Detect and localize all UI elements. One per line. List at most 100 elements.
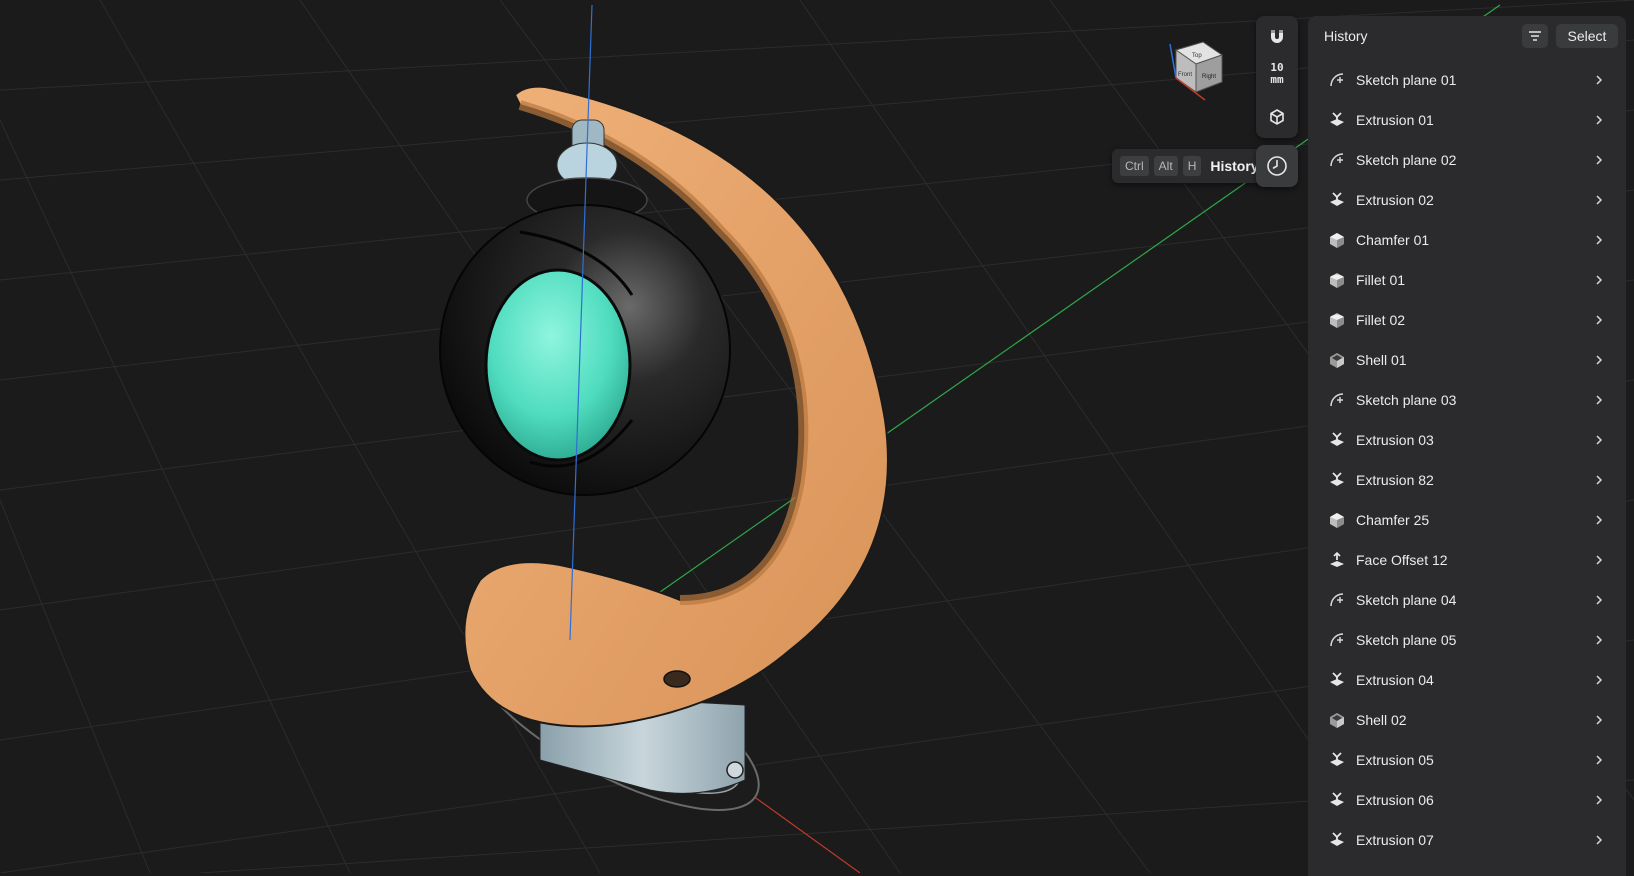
history-item[interactable]: Extrusion 03	[1308, 420, 1626, 460]
extrusion-icon	[1330, 472, 1344, 486]
chevron-right-icon[interactable]	[1592, 832, 1606, 848]
history-item-label: Extrusion 03	[1356, 432, 1434, 448]
tooltip-label: History	[1210, 158, 1259, 174]
chamfer-icon	[1330, 513, 1344, 528]
fillet-icon	[1330, 273, 1344, 288]
chevron-right-icon[interactable]	[1592, 152, 1606, 168]
chevron-right-icon[interactable]	[1592, 632, 1606, 648]
chevron-right-icon[interactable]	[1592, 752, 1606, 768]
view-mode-button[interactable]	[1262, 102, 1292, 132]
history-item-label: Extrusion 02	[1356, 192, 1434, 208]
clock-icon	[1267, 156, 1287, 176]
history-item[interactable]: Chamfer 01	[1308, 220, 1626, 260]
extrusion-icon	[1330, 192, 1344, 206]
sketch-plane-icon	[1330, 73, 1344, 87]
panel-title: History	[1324, 28, 1368, 44]
history-item-label: Extrusion 05	[1356, 752, 1434, 768]
history-item-label: Extrusion 07	[1356, 832, 1434, 848]
view-cube-top-face: Top	[1192, 53, 1202, 59]
chevron-right-icon[interactable]	[1592, 552, 1606, 568]
shell-icon	[1330, 353, 1344, 368]
shortcut-key-h: H	[1182, 156, 1202, 176]
history-item[interactable]: Fillet 01	[1308, 260, 1626, 300]
select-button[interactable]: Select	[1556, 24, 1618, 48]
history-toggle-button[interactable]	[1256, 145, 1298, 187]
history-item-label: Sketch plane 02	[1356, 152, 1457, 168]
history-item-label: Shell 02	[1356, 712, 1407, 728]
history-list: Sketch plane 01 Extrusion 01 Sketch plane …	[1308, 60, 1626, 860]
cube-axes-icon	[1270, 109, 1284, 125]
history-panel: History Select Sketch plane 01 Extrusion …	[1308, 16, 1626, 876]
shell-icon	[1330, 713, 1344, 728]
extrusion-icon	[1330, 792, 1344, 806]
sketch-plane-icon	[1330, 593, 1344, 607]
chevron-right-icon[interactable]	[1592, 472, 1606, 488]
chevron-right-icon[interactable]	[1592, 432, 1606, 448]
history-item-label: Chamfer 25	[1356, 512, 1430, 528]
history-item-label: Sketch plane 04	[1356, 592, 1457, 608]
extrusion-icon	[1330, 432, 1344, 446]
chevron-right-icon[interactable]	[1592, 312, 1606, 328]
history-item-label: Extrusion 82	[1356, 472, 1434, 488]
history-item[interactable]: Extrusion 07	[1308, 820, 1626, 860]
extrusion-icon	[1330, 752, 1344, 766]
history-item-label: Sketch plane 05	[1356, 632, 1457, 648]
chevron-right-icon[interactable]	[1592, 352, 1606, 368]
chevron-right-icon[interactable]	[1592, 272, 1606, 288]
view-cube-front-face: Front	[1178, 72, 1192, 78]
view-toolbar: 10 mm	[1256, 16, 1298, 138]
view-cube[interactable]: Top Front Right	[1169, 41, 1224, 101]
history-item[interactable]: Sketch plane 01	[1308, 60, 1626, 100]
chevron-right-icon[interactable]	[1592, 72, 1606, 88]
filter-button[interactable]	[1522, 24, 1548, 48]
grid-size-unit: mm	[1270, 73, 1284, 86]
shortcut-key-alt: Alt	[1153, 156, 1178, 176]
history-item[interactable]: Extrusion 82	[1308, 460, 1626, 500]
history-item-label: Extrusion 04	[1356, 672, 1434, 688]
snap-magnet-button[interactable]	[1262, 22, 1292, 52]
sketch-plane-icon	[1330, 393, 1344, 407]
chevron-right-icon[interactable]	[1592, 232, 1606, 248]
history-item-label: Sketch plane 03	[1356, 392, 1457, 408]
history-item[interactable]: Fillet 02	[1308, 300, 1626, 340]
magnet-icon	[1271, 30, 1283, 43]
shortcut-key-ctrl: Ctrl	[1120, 156, 1149, 176]
history-item[interactable]: Sketch plane 04	[1308, 580, 1626, 620]
history-item[interactable]: Chamfer 25	[1308, 500, 1626, 540]
chevron-right-icon[interactable]	[1592, 512, 1606, 528]
chevron-right-icon[interactable]	[1592, 792, 1606, 808]
history-item[interactable]: Face Offset 12	[1308, 540, 1626, 580]
history-item[interactable]: Extrusion 04	[1308, 660, 1626, 700]
chevron-right-icon[interactable]	[1592, 392, 1606, 408]
history-item[interactable]: Shell 01	[1308, 340, 1626, 380]
history-item-label: Shell 01	[1356, 352, 1407, 368]
sketch-plane-icon	[1330, 153, 1344, 167]
history-item[interactable]: Extrusion 01	[1308, 100, 1626, 140]
face-offset-icon	[1330, 551, 1344, 567]
chevron-right-icon[interactable]	[1592, 112, 1606, 128]
history-item-label: Fillet 02	[1356, 312, 1406, 328]
history-item[interactable]: Sketch plane 03	[1308, 380, 1626, 420]
chevron-right-icon[interactable]	[1592, 592, 1606, 608]
history-item-label: Chamfer 01	[1356, 232, 1430, 248]
fillet-icon	[1330, 313, 1344, 328]
history-item[interactable]: Sketch plane 05	[1308, 620, 1626, 660]
extrusion-icon	[1330, 672, 1344, 686]
history-item-label: Face Offset 12	[1356, 552, 1448, 568]
history-item[interactable]: Sketch plane 02	[1308, 140, 1626, 180]
grid-size-button[interactable]: 10 mm	[1256, 62, 1298, 86]
history-item-label: Extrusion 06	[1356, 792, 1434, 808]
history-item[interactable]: Extrusion 02	[1308, 180, 1626, 220]
history-item-label: Sketch plane 01	[1356, 72, 1457, 88]
lamp-globe[interactable]	[439, 204, 731, 496]
chevron-right-icon[interactable]	[1592, 712, 1606, 728]
chevron-right-icon[interactable]	[1592, 672, 1606, 688]
history-item[interactable]: Extrusion 06	[1308, 780, 1626, 820]
extrusion-icon	[1330, 832, 1344, 846]
history-panel-header: History Select	[1308, 16, 1626, 56]
filter-icon	[1529, 31, 1541, 41]
history-item[interactable]: Extrusion 05	[1308, 740, 1626, 780]
history-item[interactable]: Shell 02	[1308, 700, 1626, 740]
history-item-label: Fillet 01	[1356, 272, 1406, 288]
chevron-right-icon[interactable]	[1592, 192, 1606, 208]
